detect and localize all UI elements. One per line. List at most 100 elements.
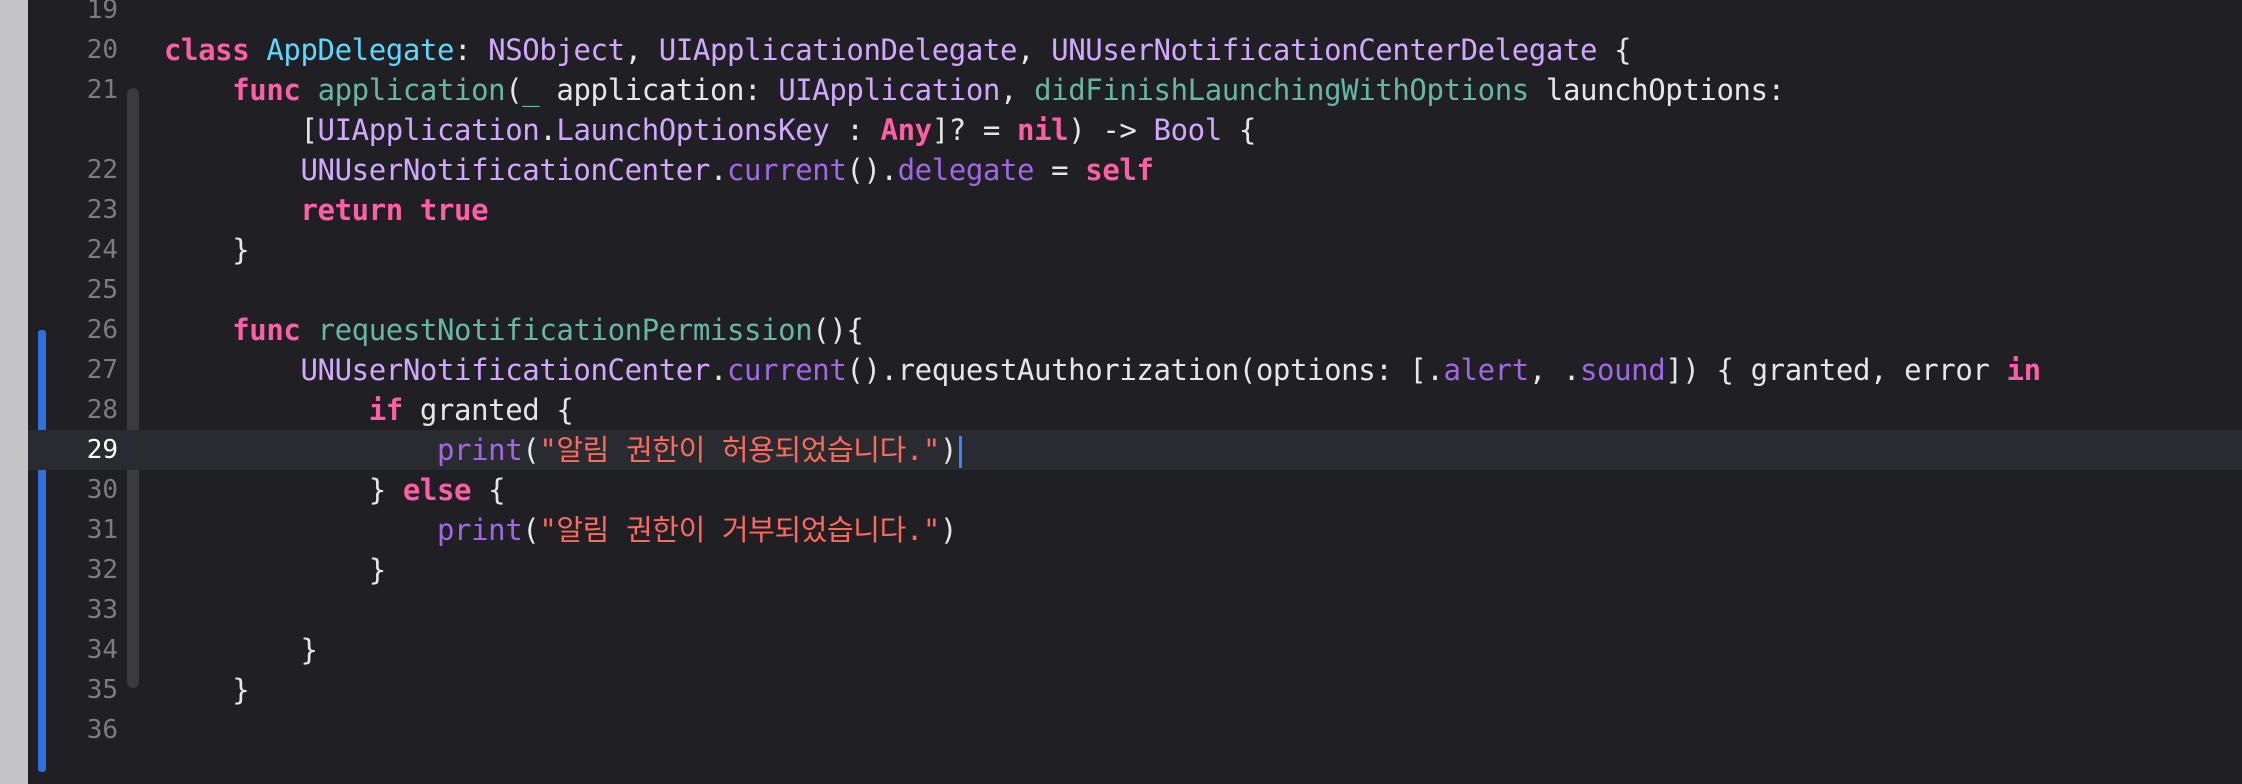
line-number: 22 [86, 155, 118, 185]
code-token: current [726, 353, 847, 387]
code-text[interactable]: if granted { [164, 390, 574, 430]
code-line[interactable]: 32 } [28, 550, 2242, 590]
code-token: : [829, 113, 881, 147]
code-token: delegate [897, 153, 1035, 187]
code-token: , . [1528, 353, 1581, 387]
code-line[interactable]: 19 [28, 0, 2242, 30]
code-token: UNUserNotificationCenter [300, 353, 710, 387]
code-token: else [402, 473, 472, 507]
code-text[interactable]: func application(_ application: UIApplic… [164, 70, 1785, 110]
code-line[interactable]: 33 [28, 590, 2242, 630]
code-token: sound [1580, 353, 1666, 387]
code-token: { [471, 473, 506, 507]
code-token: ( [522, 513, 540, 547]
code-token: UNUserNotificationCenterDelegate [1051, 33, 1598, 67]
code-token: , [1017, 33, 1052, 67]
code-token: UIApplication [778, 73, 1000, 107]
code-token: : [454, 33, 489, 67]
code-line[interactable]: 36 [28, 710, 2242, 750]
code-text[interactable]: } else { [164, 470, 506, 510]
code-token: } [164, 553, 386, 587]
code-line[interactable]: 21 func application(_ application: UIApp… [28, 70, 2242, 110]
code-text[interactable]: UNUserNotificationCenter.current().deleg… [164, 150, 1154, 190]
code-token: (). [846, 153, 898, 187]
code-token: . [709, 353, 727, 387]
source-editor[interactable]: 19 20 class AppDelegate: NSObject, UIAppli… [28, 0, 2242, 784]
line-number: 23 [86, 195, 118, 225]
code-text[interactable]: print("알림 권한이 허용되었습니다.") [164, 430, 963, 470]
code-token: } [164, 633, 318, 667]
code-line[interactable]: 26 func requestNotificationPermission(){ [28, 310, 2242, 350]
code-token: ) [940, 433, 958, 467]
code-token: (){ [812, 313, 864, 347]
code-line[interactable]: 31 print("알림 권한이 거부되었습니다.") [28, 510, 2242, 550]
code-token: true [419, 193, 489, 227]
code-token: return [300, 193, 403, 227]
code-line[interactable]: 23 return true [28, 190, 2242, 230]
code-token: UIApplication [317, 113, 540, 147]
code-line[interactable]: 27 UNUserNotificationCenter.current().re… [28, 350, 2242, 390]
code-text[interactable]: return true [164, 190, 488, 230]
code-token: "알림 권한이 거부되었습니다." [539, 513, 940, 547]
code-line[interactable]: 20 class AppDelegate: NSObject, UIApplica… [28, 30, 2242, 70]
code-line[interactable]: 22 UNUserNotificationCenter.current().de… [28, 150, 2242, 190]
line-number: 19 [86, 0, 118, 25]
code-line[interactable]: 28 if granted { [28, 390, 2242, 430]
code-token: if [368, 393, 404, 427]
code-token: = [1034, 153, 1086, 187]
code-token: UNUserNotificationCenter [300, 153, 710, 187]
code-token: ( [522, 433, 540, 467]
line-number: 33 [86, 595, 118, 625]
code-text[interactable]: func requestNotificationPermission(){ [164, 310, 864, 350]
line-number: 36 [86, 715, 118, 745]
code-text[interactable]: } [164, 630, 318, 670]
code-token: ]? = [931, 113, 1018, 147]
text-cursor [959, 436, 963, 468]
code-token: ) -> [1068, 113, 1154, 147]
code-text[interactable]: } [164, 670, 249, 710]
code-token: application: [539, 73, 779, 107]
code-token: ) [940, 513, 958, 547]
code-line[interactable]: 35 } [28, 670, 2242, 710]
code-token: } [164, 473, 403, 507]
code-line[interactable]: 34 } [28, 630, 2242, 670]
code-token: granted { [402, 393, 574, 427]
code-line[interactable]: 30 } else { [28, 470, 2242, 510]
navigator-edge [0, 0, 28, 784]
code-token: print [436, 513, 523, 547]
code-token: ]) { granted, error [1665, 353, 2007, 387]
code-token: nil [1017, 113, 1069, 147]
code-token: { [1597, 33, 1632, 67]
code-token: didFinishLaunchingWithOptions [1034, 73, 1529, 107]
code-token: Any [880, 113, 933, 147]
code-line[interactable]: 24 } [28, 230, 2242, 270]
code-line[interactable]: 25 [28, 270, 2242, 310]
code-token: self [1085, 153, 1154, 187]
line-number: 26 [86, 315, 118, 345]
code-token: class [164, 33, 250, 67]
code-token: [ [164, 113, 318, 147]
code-token: launchOptions: [1528, 73, 1785, 107]
line-number: 25 [86, 275, 118, 305]
code-text[interactable]: } [164, 230, 249, 270]
code-line[interactable]: 29 print("알림 권한이 허용되었습니다.") [28, 430, 2242, 470]
line-number: 27 [86, 355, 118, 385]
code-line[interactable]: [UIApplication.LaunchOptionsKey : Any]? … [28, 110, 2242, 150]
code-token: requestNotificationPermission [317, 313, 813, 347]
code-token: application [317, 73, 506, 107]
code-text[interactable]: } [164, 550, 386, 590]
code-token: , [624, 33, 659, 67]
code-token: NSObject [488, 33, 625, 67]
code-text[interactable]: print("알림 권한이 거부되었습니다.") [164, 510, 958, 550]
code-text[interactable]: class AppDelegate: NSObject, UIApplicati… [164, 30, 1632, 70]
code-text[interactable]: [UIApplication.LaunchOptionsKey : Any]? … [164, 110, 1256, 150]
code-text[interactable]: UNUserNotificationCenter.current().reque… [164, 350, 2041, 390]
code-token: AppDelegate [266, 33, 455, 67]
